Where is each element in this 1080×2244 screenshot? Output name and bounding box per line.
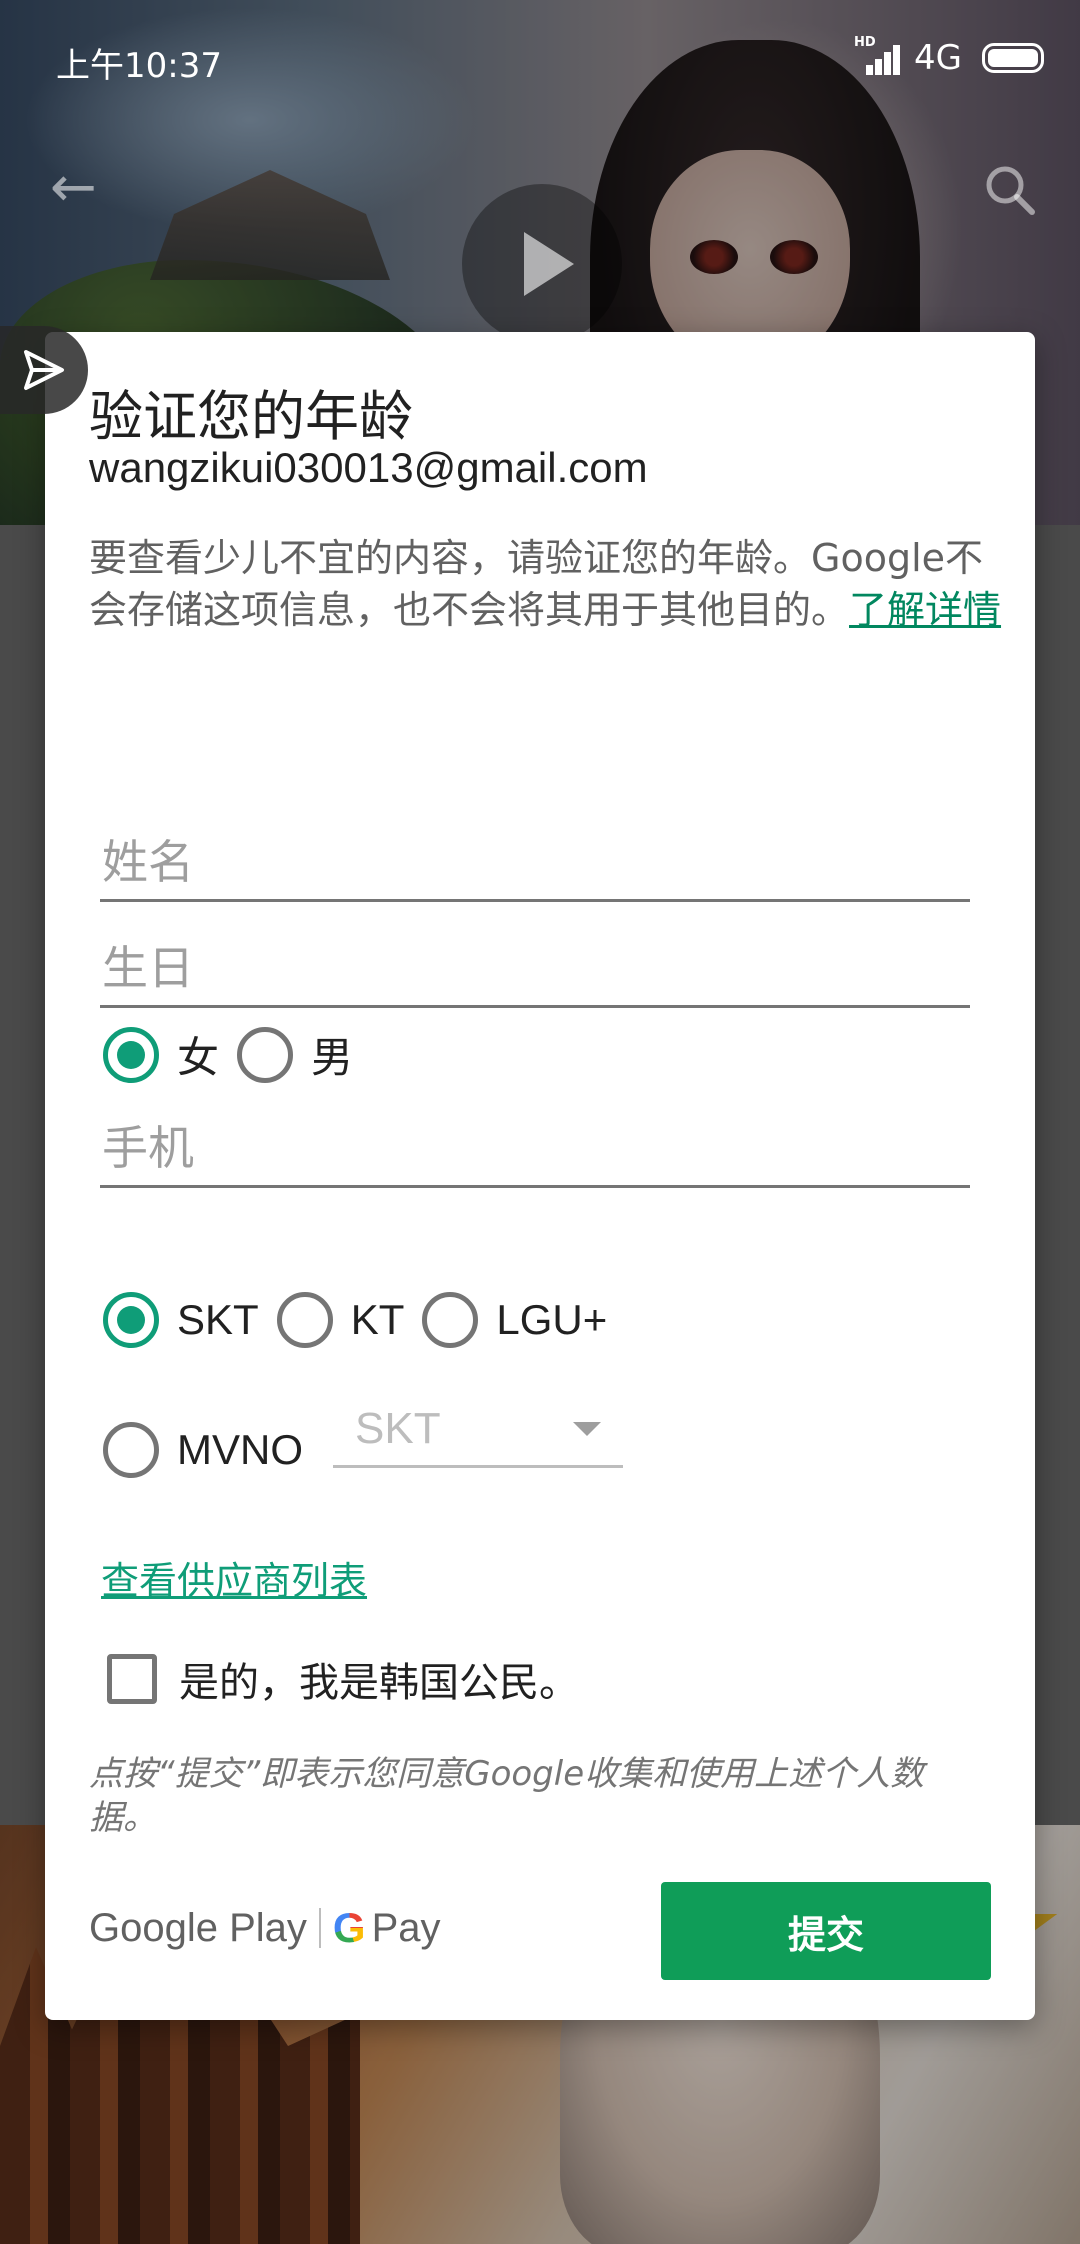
- mvno-select-value: SKT: [355, 1403, 441, 1453]
- radio-unchecked-icon: [422, 1292, 479, 1348]
- provider-list-link[interactable]: 查看供应商列表: [101, 1550, 367, 1605]
- account-email: wangzikui030013@gmail.com: [89, 444, 648, 491]
- mvno-carrier-select[interactable]: SKT: [333, 1392, 623, 1468]
- birthday-input[interactable]: [100, 941, 970, 995]
- birthday-field[interactable]: [100, 918, 970, 1008]
- footer-logos: Google Play G Pay: [89, 1904, 441, 1952]
- consent-text: 点按“提交”即表示您同意Google收集和使用上述个人数据。: [89, 1754, 925, 1838]
- radio-checked-icon: [103, 1292, 159, 1348]
- age-verification-dialog: 验证您的年龄 wangzikui030013@gmail.com 要查看少儿不宜…: [45, 332, 1035, 2020]
- dropdown-arrow-icon: [573, 1421, 601, 1436]
- phone-field[interactable]: [100, 1098, 970, 1188]
- status-bar: 上午10:37 HD 4G: [0, 0, 1080, 120]
- logo-separator: [318, 1908, 321, 1948]
- google-play-logo: Google Play: [89, 1905, 307, 1950]
- submit-button[interactable]: 提交: [661, 1882, 991, 1980]
- radio-unchecked-icon: [276, 1292, 333, 1348]
- dialog-description: 要查看少儿不宜的内容，请验证您的年龄。Google不会存储这项信息，也不会将其用…: [89, 532, 1004, 636]
- phone-input[interactable]: [100, 1121, 970, 1175]
- citizen-checkbox[interactable]: [107, 1654, 157, 1704]
- gender-female-radio[interactable]: 女: [103, 1024, 219, 1085]
- hd-indicator: HD: [854, 35, 876, 50]
- radio-checked-icon: [103, 1026, 159, 1083]
- carrier-kt-radio[interactable]: KT: [276, 1292, 404, 1348]
- google-pay-logo: Pay: [371, 1905, 441, 1950]
- signal-icon: HD: [854, 35, 904, 75]
- name-input[interactable]: [100, 835, 970, 889]
- search-icon[interactable]: [980, 160, 1040, 220]
- learn-more-link[interactable]: 了解详情: [849, 588, 1001, 632]
- dialog-title: 验证您的年龄: [89, 385, 413, 448]
- carrier-skt-radio[interactable]: SKT: [103, 1292, 259, 1348]
- carrier-lgu-radio[interactable]: LGU+: [422, 1292, 607, 1348]
- share-button[interactable]: [0, 326, 88, 414]
- back-arrow-icon[interactable]: ←: [50, 160, 97, 216]
- name-field[interactable]: [100, 812, 970, 902]
- carrier-radio-group: SKT KT LGU+: [103, 1292, 625, 1348]
- battery-icon: [982, 43, 1044, 73]
- gender-male-radio[interactable]: 男: [237, 1024, 353, 1085]
- network-type: 4G: [914, 38, 962, 78]
- google-g-icon: G: [332, 1904, 366, 1951]
- citizen-checkbox-label: 是的，我是韩国公民。: [179, 1660, 579, 1706]
- send-icon: [24, 350, 64, 390]
- play-video-button[interactable]: [462, 184, 622, 344]
- status-time: 上午10:37: [56, 46, 222, 86]
- gender-radio-group: 女 男: [103, 1024, 371, 1085]
- carrier-mvno-radio[interactable]: MVNO: [103, 1422, 303, 1478]
- radio-unchecked-icon: [103, 1422, 159, 1478]
- mvno-row: MVNO: [103, 1422, 321, 1478]
- citizen-checkbox-row[interactable]: 是的，我是韩国公民。: [107, 1650, 579, 1708]
- radio-unchecked-icon: [237, 1026, 294, 1083]
